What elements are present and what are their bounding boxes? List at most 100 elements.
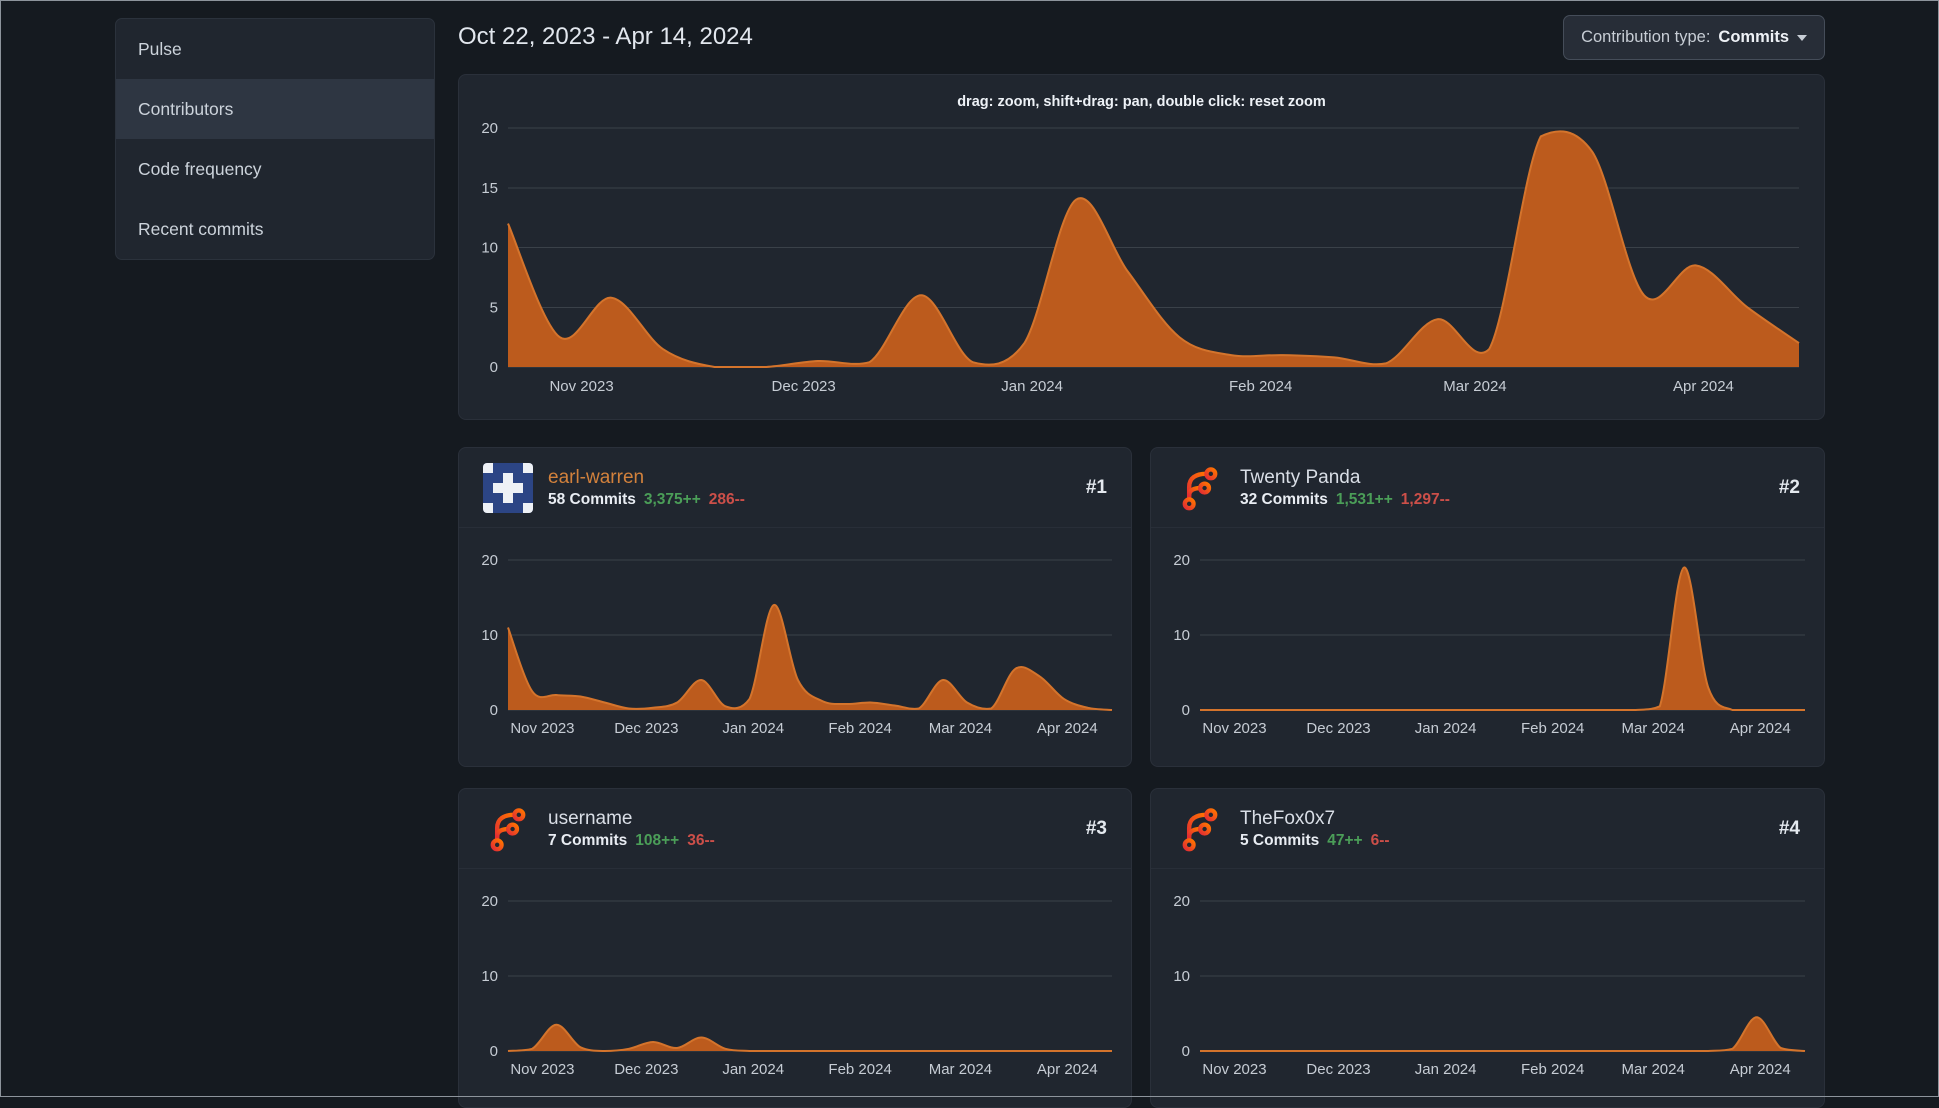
svg-text:10: 10 xyxy=(481,240,498,257)
svg-text:20: 20 xyxy=(1173,893,1190,910)
svg-text:Apr 2024: Apr 2024 xyxy=(1730,1061,1791,1078)
contributor-stats: 32 Commits 1,531++ 1,297-- xyxy=(1240,491,1450,509)
forgejo-logo-icon xyxy=(483,804,533,854)
contributor-mini-chart[interactable]: 0 10 20 Nov 2023 Dec 2023 Jan 2024 Feb 2024 Mar… xyxy=(1151,528,1824,766)
contributor-rank: #1 xyxy=(1085,476,1107,498)
forgejo-logo-icon xyxy=(1175,463,1225,513)
contributor-name: username xyxy=(548,807,633,829)
svg-text:0: 0 xyxy=(490,1043,498,1060)
svg-text:Feb 2024: Feb 2024 xyxy=(1521,720,1584,737)
svg-text:15: 15 xyxy=(481,180,498,197)
svg-text:10: 10 xyxy=(1173,627,1190,644)
contributor-identity: earl-warren 58 Commits 3,375++ 286-- xyxy=(548,466,745,510)
svg-text:10: 10 xyxy=(1173,968,1190,985)
svg-text:5: 5 xyxy=(490,299,498,316)
contributor-name-link[interactable]: earl-warren xyxy=(548,466,745,490)
additions-count: 1,531++ xyxy=(1335,491,1393,509)
svg-text:Jan 2024: Jan 2024 xyxy=(1001,378,1063,395)
contributor-card-header: Twenty Panda 32 Commits 1,531++ 1,297-- … xyxy=(1151,448,1824,528)
svg-text:Apr 2024: Apr 2024 xyxy=(1730,720,1791,737)
additions-count: 47++ xyxy=(1327,832,1363,850)
svg-text:10: 10 xyxy=(481,968,498,985)
contributor-rank: #4 xyxy=(1778,817,1800,839)
svg-text:Jan 2024: Jan 2024 xyxy=(722,1061,784,1078)
svg-text:Jan 2024: Jan 2024 xyxy=(1415,1061,1477,1078)
svg-text:Feb 2024: Feb 2024 xyxy=(828,720,891,737)
contributor-card: TheFox0x7 5 Commits 47++ 6-- #4 0 10 20 Nov… xyxy=(1150,788,1825,1108)
contributor-card-header: earl-warren 58 Commits 3,375++ 286-- #1 xyxy=(459,448,1131,528)
svg-text:Nov 2023: Nov 2023 xyxy=(1202,720,1266,737)
svg-text:Apr 2024: Apr 2024 xyxy=(1037,1061,1098,1078)
commit-count: 7 Commits xyxy=(548,832,628,850)
svg-text:20: 20 xyxy=(481,893,498,910)
contributor-identity: username 7 Commits 108++ 36-- xyxy=(548,807,715,851)
svg-text:Jan 2024: Jan 2024 xyxy=(722,720,784,737)
svg-text:20: 20 xyxy=(481,552,498,569)
svg-text:Dec 2023: Dec 2023 xyxy=(614,1061,678,1078)
contributor-identity: Twenty Panda 32 Commits 1,531++ 1,297-- xyxy=(1240,466,1450,510)
contributor-card-header: TheFox0x7 5 Commits 47++ 6-- #4 xyxy=(1151,789,1824,869)
contributor-name: TheFox0x7 xyxy=(1240,807,1336,829)
svg-text:Apr 2024: Apr 2024 xyxy=(1673,378,1734,395)
svg-text:20: 20 xyxy=(1173,552,1190,569)
contributor-rank: #3 xyxy=(1085,817,1107,839)
contributor-stats: 7 Commits 108++ 36-- xyxy=(548,832,715,850)
svg-text:Nov 2023: Nov 2023 xyxy=(549,378,613,395)
sidebar-item-contributors[interactable]: Contributors xyxy=(116,79,434,139)
svg-text:Nov 2023: Nov 2023 xyxy=(510,1061,574,1078)
contributor-cards-grid: earl-warren 58 Commits 3,375++ 286-- #1 … xyxy=(458,447,1825,1108)
contributor-mini-chart[interactable]: 0 10 20 Nov 2023 Dec 2023 Jan 2024 Feb 2024 Mar… xyxy=(459,869,1131,1107)
svg-text:Mar 2024: Mar 2024 xyxy=(929,720,992,737)
contributor-mini-chart[interactable]: 0 10 20 Nov 2023 Dec 2023 Jan 2024 Feb 2024 Mar… xyxy=(1151,869,1824,1107)
additions-count: 3,375++ xyxy=(643,491,701,509)
sidebar-item-recent-commits[interactable]: Recent commits xyxy=(116,199,434,259)
additions-count: 108++ xyxy=(635,832,680,850)
contribution-type-label: Contribution type: xyxy=(1581,27,1711,46)
forgejo-logo-icon xyxy=(1175,804,1225,854)
contributor-rank: #2 xyxy=(1778,476,1800,498)
contribution-type-dropdown[interactable]: Contribution type: Commits xyxy=(1563,14,1825,60)
sidebar-item-code-frequency[interactable]: Code frequency xyxy=(116,139,434,199)
contribution-type-value: Commits xyxy=(1718,27,1789,46)
identicon-avatar[interactable] xyxy=(483,462,533,513)
svg-text:0: 0 xyxy=(490,702,498,719)
chevron-down-icon xyxy=(1797,35,1807,41)
svg-text:Dec 2023: Dec 2023 xyxy=(1306,720,1370,737)
deletions-count: 36-- xyxy=(687,832,715,850)
svg-text:Dec 2023: Dec 2023 xyxy=(772,378,836,395)
contributor-name: Twenty Panda xyxy=(1240,466,1361,488)
svg-text:10: 10 xyxy=(481,627,498,644)
svg-text:Dec 2023: Dec 2023 xyxy=(614,720,678,737)
chart-zoom-hint: drag: zoom, shift+drag: pan, double clic… xyxy=(957,94,1326,110)
svg-text:Jan 2024: Jan 2024 xyxy=(1415,720,1477,737)
svg-text:0: 0 xyxy=(1182,1043,1190,1060)
contributor-identity: TheFox0x7 5 Commits 47++ 6-- xyxy=(1240,807,1390,851)
contributor-card-header: username 7 Commits 108++ 36-- #3 xyxy=(459,789,1131,869)
contributor-stats: 58 Commits 3,375++ 286-- xyxy=(548,491,745,509)
svg-text:Nov 2023: Nov 2023 xyxy=(510,720,574,737)
svg-text:0: 0 xyxy=(1182,702,1190,719)
sidebar-item-pulse[interactable]: Pulse xyxy=(116,19,434,79)
commit-count: 32 Commits xyxy=(1240,491,1328,509)
commit-count: 58 Commits xyxy=(548,491,636,509)
svg-text:Nov 2023: Nov 2023 xyxy=(1202,1061,1266,1078)
topbar: Oct 22, 2023 - Apr 14, 2024 Contribution… xyxy=(458,13,1825,61)
svg-text:Dec 2023: Dec 2023 xyxy=(1306,1061,1370,1078)
deletions-count: 286-- xyxy=(708,491,745,509)
contributor-card: username 7 Commits 108++ 36-- #3 0 10 20 No… xyxy=(458,788,1132,1108)
contributor-card: Twenty Panda 32 Commits 1,531++ 1,297-- … xyxy=(1150,447,1825,767)
contributor-mini-chart[interactable]: 0 10 20 Nov 2023 Dec 2023 Jan 2024 Feb 2024 Mar… xyxy=(459,528,1131,766)
date-range-title: Oct 22, 2023 - Apr 14, 2024 xyxy=(458,23,753,50)
main-contributions-chart[interactable]: 0 5 10 15 20 Nov 2023 Dec 2023 Jan 2024 Feb 2024… xyxy=(459,75,1824,419)
contributor-card: earl-warren 58 Commits 3,375++ 286-- #1 … xyxy=(458,447,1132,767)
svg-text:Mar 2024: Mar 2024 xyxy=(929,1061,992,1078)
commit-count: 5 Commits xyxy=(1240,832,1320,850)
activity-sidebar: Pulse Contributors Code frequency Recent… xyxy=(115,18,435,260)
svg-text:Apr 2024: Apr 2024 xyxy=(1037,720,1098,737)
svg-text:Mar 2024: Mar 2024 xyxy=(1621,1061,1684,1078)
contributor-stats: 5 Commits 47++ 6-- xyxy=(1240,832,1390,850)
svg-text:Mar 2024: Mar 2024 xyxy=(1443,378,1506,395)
contributions-chart-panel: drag: zoom, shift+drag: pan, double clic… xyxy=(458,74,1825,420)
svg-text:20: 20 xyxy=(481,120,498,137)
svg-text:0: 0 xyxy=(490,359,498,376)
